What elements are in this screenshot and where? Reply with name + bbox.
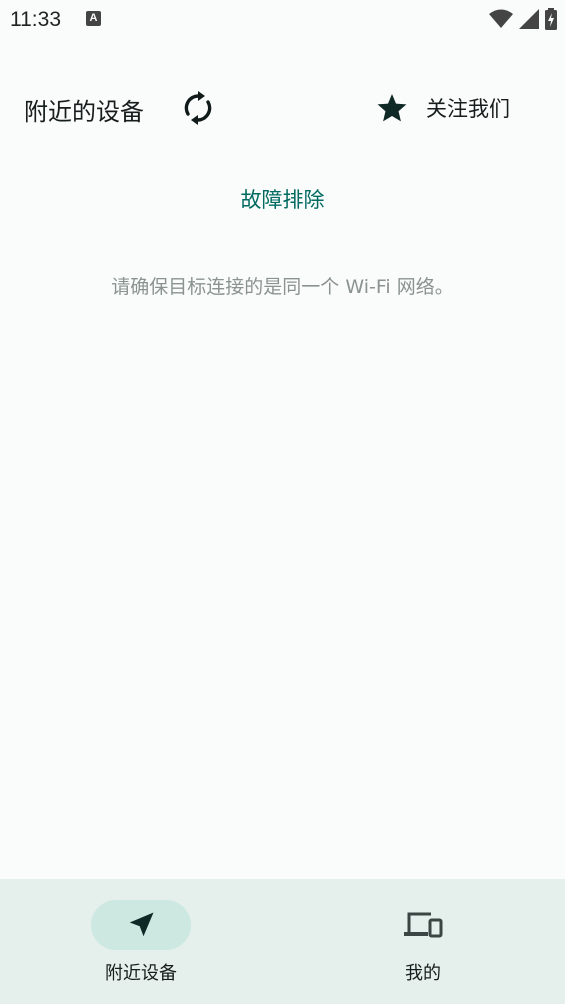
follow-us-button[interactable]: 关注我们 bbox=[370, 86, 510, 130]
follow-us-label: 关注我们 bbox=[426, 97, 510, 121]
nav-label-mine: 我的 bbox=[405, 963, 441, 984]
star-icon bbox=[370, 86, 414, 130]
bottom-navigation: 附近设备 我的 bbox=[0, 879, 565, 1004]
battery-charging-icon bbox=[545, 8, 557, 30]
screen: 11:33 A 附近的设备 关注我们 故障排除 请确保目标连接的是同一个 Wi-… bbox=[0, 0, 565, 1004]
a-letter-icon: A bbox=[86, 11, 101, 26]
signal-icon bbox=[519, 9, 539, 29]
troubleshoot-link[interactable]: 故障排除 bbox=[0, 184, 565, 214]
navigation-arrow-icon bbox=[129, 912, 154, 937]
nav-icon-container bbox=[373, 900, 473, 950]
nav-item-mine[interactable]: 我的 bbox=[282, 879, 564, 1004]
status-time: 11:33 bbox=[10, 8, 61, 31]
top-app-bar: 附近的设备 关注我们 bbox=[0, 78, 565, 138]
page-title: 附近的设备 bbox=[24, 98, 144, 126]
refresh-button[interactable] bbox=[178, 88, 218, 128]
nav-item-nearby-devices[interactable]: 附近设备 bbox=[0, 879, 282, 1004]
devices-icon bbox=[404, 912, 443, 938]
same-wifi-hint: 请确保目标连接的是同一个 Wi-Fi 网络。 bbox=[111, 276, 454, 298]
status-bar: 11:33 A bbox=[0, 0, 565, 38]
status-icons bbox=[489, 8, 557, 30]
nav-label-nearby-devices: 附近设备 bbox=[105, 963, 177, 984]
wifi-icon bbox=[489, 9, 513, 28]
nav-selected-indicator bbox=[91, 900, 191, 950]
refresh-icon bbox=[184, 91, 212, 125]
